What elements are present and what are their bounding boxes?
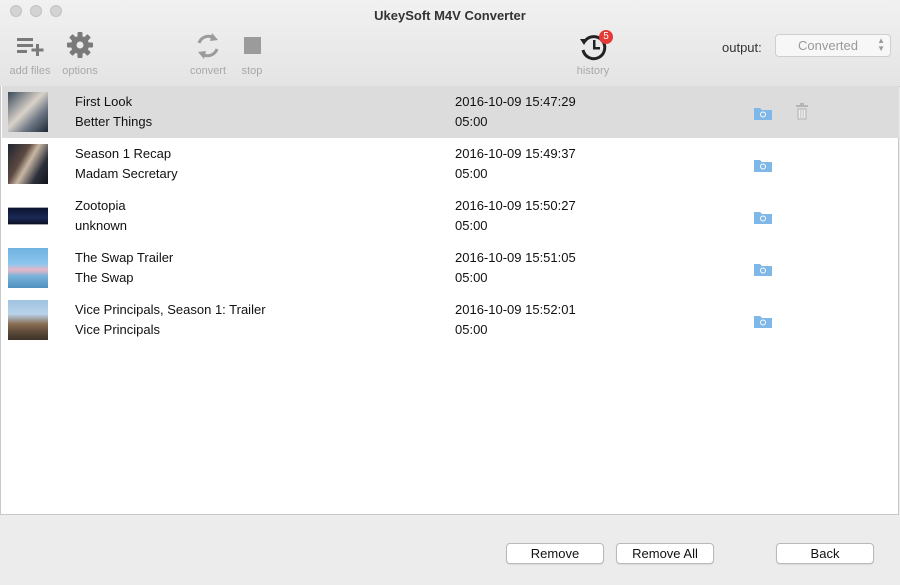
- options-label: options: [62, 65, 98, 77]
- history-badge: 5: [599, 30, 613, 44]
- item-title: The Swap Trailer: [75, 250, 174, 265]
- item-subtitle: Better Things: [75, 114, 153, 129]
- window-title: UkeySoft M4V Converter: [374, 8, 526, 23]
- list-item[interactable]: The Swap Trailer The Swap 2016-10-09 15:…: [2, 242, 899, 294]
- folder-icon[interactable]: [754, 158, 772, 172]
- item-subtitle: unknown: [75, 218, 128, 233]
- stop-label: stop: [241, 65, 263, 77]
- item-date: 2016-10-09 15:52:01: [455, 302, 576, 317]
- video-thumbnail: [8, 144, 48, 184]
- item-subtitle: The Swap: [75, 270, 134, 285]
- options-button[interactable]: options: [50, 30, 110, 77]
- item-duration: 05:00: [455, 114, 488, 129]
- output-select[interactable]: Converted ▲ ▼: [775, 34, 891, 57]
- item-duration: 05:00: [455, 166, 488, 181]
- chevron-up-down-icon: ▲ ▼: [877, 36, 885, 53]
- item-duration: 05:00: [455, 218, 488, 233]
- item-date: 2016-10-09 15:47:29: [455, 94, 576, 109]
- list-item[interactable]: Season 1 Recap Madam Secretary 2016-10-0…: [2, 138, 899, 190]
- item-title: Vice Principals, Season 1: Trailer: [75, 302, 266, 317]
- list-item[interactable]: Vice Principals, Season 1: Trailer Vice …: [2, 294, 899, 346]
- remove-all-button[interactable]: Remove All: [616, 543, 714, 564]
- video-thumbnail: [8, 92, 48, 132]
- refresh-icon: [197, 33, 219, 59]
- stop-button[interactable]: stop: [222, 30, 282, 77]
- gear-icon: [67, 32, 93, 58]
- folder-icon[interactable]: [754, 106, 772, 120]
- stop-icon: [244, 37, 261, 54]
- playlist-add-icon: [17, 38, 44, 56]
- item-title: Zootopia: [75, 198, 126, 213]
- video-thumbnail: [8, 196, 48, 236]
- back-button[interactable]: Back: [776, 543, 874, 564]
- item-subtitle: Vice Principals: [75, 322, 161, 337]
- history-label: history: [576, 65, 610, 77]
- item-duration: 05:00: [455, 270, 488, 285]
- remove-button[interactable]: Remove: [506, 543, 604, 564]
- list-item[interactable]: First Look Better Things 2016-10-09 15:4…: [2, 86, 899, 138]
- video-thumbnail: [8, 248, 48, 288]
- item-title: Season 1 Recap: [75, 146, 172, 161]
- toolbar: UkeySoft M4V Converter add files options…: [0, 0, 900, 87]
- item-title: First Look: [75, 94, 133, 109]
- item-date: 2016-10-09 15:51:05: [455, 250, 576, 265]
- history-button[interactable]: 5 history: [563, 30, 623, 77]
- output-label: output:: [722, 40, 762, 55]
- app-window: UkeySoft M4V Converter add files options…: [0, 0, 900, 585]
- output-select-value: Converted: [798, 38, 858, 53]
- item-date: 2016-10-09 15:50:27: [455, 198, 576, 213]
- folder-icon[interactable]: [754, 210, 772, 224]
- trash-icon[interactable]: [795, 103, 809, 121]
- list-item[interactable]: Zootopia unknown 2016-10-09 15:50:27 05:…: [2, 190, 899, 242]
- folder-icon[interactable]: [754, 314, 772, 328]
- video-thumbnail: [8, 300, 48, 340]
- conversion-history-list: First Look Better Things 2016-10-09 15:4…: [0, 86, 899, 515]
- folder-icon[interactable]: [754, 262, 772, 276]
- item-duration: 05:00: [455, 322, 488, 337]
- item-subtitle: Madam Secretary: [75, 166, 178, 181]
- item-date: 2016-10-09 15:49:37: [455, 146, 576, 161]
